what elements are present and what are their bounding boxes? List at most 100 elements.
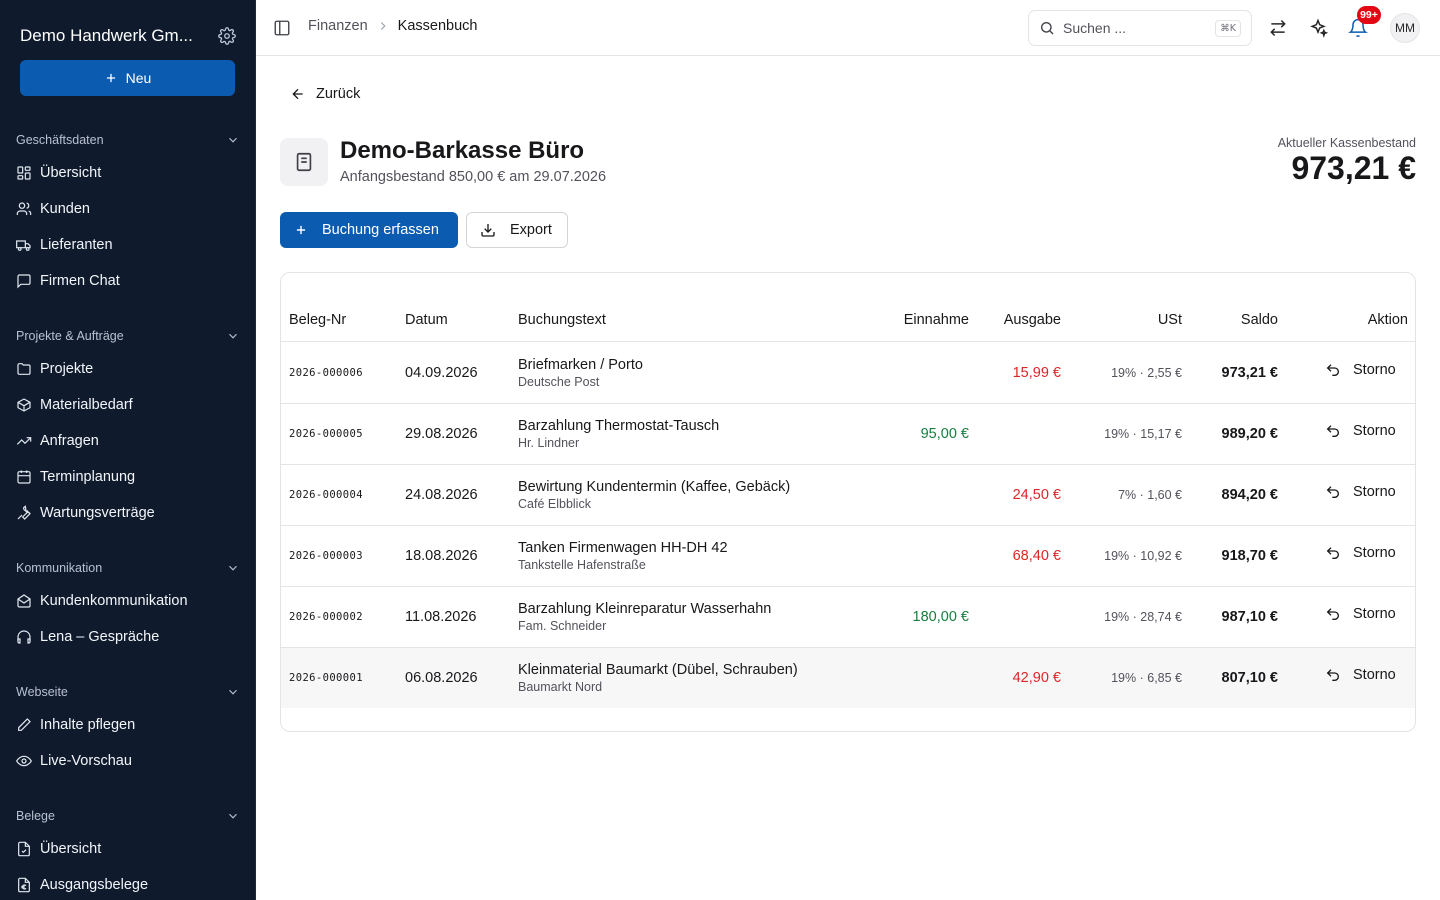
chevron-down-icon	[229, 565, 237, 571]
table-row: 2026-000005 29.08.2026 Barzahlung Thermost…	[281, 404, 1415, 465]
booking-text: Bewirtung Kundentermin (Kaffee, Gebäck)	[518, 479, 791, 495]
switch-arrows-icon[interactable]	[1268, 18, 1288, 38]
col-text: Buchungstext	[518, 312, 606, 328]
storno-button[interactable]: Storno	[1325, 362, 1396, 378]
col-beleg: Beleg-Nr	[289, 312, 347, 328]
section-projekte[interactable]: Projekte & Aufträge	[16, 326, 240, 346]
file-euro-icon	[18, 877, 30, 893]
vat-amount: 19% · 10,92 €	[1104, 549, 1182, 563]
sidebar-item-label: Inhalte pflegen	[40, 717, 136, 733]
sidebar-item-label: Kundenkommunikation	[40, 593, 188, 609]
breadcrumb-finanzen[interactable]: Finanzen	[308, 18, 368, 34]
booking-text: Kleinmaterial Baumarkt (Dübel, Schrauben…	[518, 662, 798, 678]
storno-button[interactable]: Storno	[1325, 423, 1396, 439]
booking-text: Barzahlung Thermostat-Tausch	[518, 418, 720, 434]
booking-text: Barzahlung Kleinreparatur Wasserhahn	[518, 601, 772, 617]
section-geschaeftsdaten[interactable]: Geschäftsdaten	[16, 130, 240, 150]
sidebar-item-label: Firmen Chat	[40, 273, 120, 289]
balance-amount: 918,70 €	[1221, 548, 1278, 564]
storno-label: Storno	[1353, 423, 1396, 439]
sidebar-item-terminplanung[interactable]: Terminplanung	[16, 461, 240, 493]
export-label: Export	[510, 222, 552, 238]
sidebar-item-lena[interactable]: Lena – Gespräche	[16, 621, 240, 653]
sidebar-item-kunden[interactable]: Kunden	[16, 193, 240, 225]
truck-icon	[16, 240, 31, 251]
file-check-icon	[18, 841, 30, 857]
chevron-right-icon	[380, 22, 386, 30]
calendar-icon	[17, 470, 31, 484]
beleg-nr: 2026-000004	[289, 489, 363, 501]
company-header: Demo Handwerk Gm...	[20, 24, 236, 48]
income-amount: 95,00 €	[920, 426, 969, 442]
add-booking-button[interactable]: Buchung erfassen	[280, 212, 458, 248]
page-subtitle: Anfangsbestand 850,00 € am 29.07.2026	[340, 169, 607, 185]
table-header: Beleg-Nr Datum Buchungstext Einnahme Aus…	[281, 301, 1415, 342]
sidebar-item-live-vorschau[interactable]: Live-Vorschau	[16, 745, 240, 777]
gear-icon[interactable]	[218, 27, 236, 45]
avatar[interactable]: MM	[1390, 13, 1420, 43]
col-datum: Datum	[405, 312, 448, 328]
export-button[interactable]: Export	[466, 212, 568, 248]
new-button[interactable]: Neu	[20, 60, 235, 96]
beleg-nr: 2026-000001	[289, 672, 363, 684]
sidebar-item-label: Übersicht	[40, 841, 102, 857]
section-label: Belege	[16, 809, 55, 823]
download-icon	[481, 224, 495, 237]
col-einnahme: Einnahme	[903, 312, 969, 328]
headphones-icon	[17, 630, 31, 644]
search-input[interactable]: Suchen ... ⌘K	[1028, 10, 1252, 46]
booking-date: 24.08.2026	[405, 487, 478, 503]
section-webseite[interactable]: Webseite	[16, 682, 240, 702]
section-kommunikation[interactable]: Kommunikation	[16, 558, 240, 578]
expense-amount: 15,99 €	[1012, 365, 1061, 381]
users-icon	[16, 202, 32, 215]
col-ust: USt	[1157, 312, 1182, 328]
wrench-icon	[17, 505, 31, 520]
sidebar-item-materialbedarf[interactable]: Materialbedarf	[16, 389, 240, 421]
col-aktion: Aktion	[1367, 312, 1408, 328]
sidebar-item-wartungsvertraege[interactable]: Wartungsverträge	[16, 497, 240, 529]
table-row: 2026-000001 06.08.2026 Kleinmaterial Bauma…	[281, 648, 1415, 708]
new-button-label: Neu	[125, 70, 152, 86]
sparkles-icon[interactable]	[1308, 18, 1328, 38]
undo-icon	[1326, 608, 1339, 620]
balance-value: 973,21 €	[1291, 150, 1416, 186]
sidebar-item-label: Kunden	[40, 201, 90, 217]
sidebar-item-firmen-chat[interactable]: Firmen Chat	[16, 265, 240, 297]
notification-badge: 99+	[1357, 6, 1381, 24]
storno-label: Storno	[1353, 606, 1396, 622]
sidebar-item-lieferanten[interactable]: Lieferanten	[16, 229, 240, 261]
sidebar-item-kundenkommunikation[interactable]: Kundenkommunikation	[16, 585, 240, 617]
search-shortcut: ⌘K	[1215, 19, 1241, 37]
sidebar-item-label: Übersicht	[40, 165, 102, 181]
storno-button[interactable]: Storno	[1325, 667, 1396, 683]
balance-amount: 987,10 €	[1221, 609, 1278, 625]
expense-amount: 24,50 €	[1012, 487, 1061, 503]
topbar: Finanzen Kassenbuch Suchen ... ⌘K 99+ MM	[256, 0, 1440, 56]
booking-date: 18.08.2026	[405, 548, 478, 564]
sidebar-item-ausgangsbelege[interactable]: Ausgangsbelege	[16, 869, 240, 900]
section-belege[interactable]: Belege	[16, 806, 240, 826]
sidebar-item-projekte[interactable]: Projekte	[16, 353, 240, 385]
storno-button[interactable]: Storno	[1325, 545, 1396, 561]
storno-button[interactable]: Storno	[1325, 606, 1396, 622]
sidebar-item-anfragen[interactable]: Anfragen	[16, 425, 240, 457]
sidebar-toggle-icon[interactable]	[273, 19, 291, 37]
booking-party: Fam. Schneider	[518, 619, 607, 633]
company-name[interactable]: Demo Handwerk Gm...	[20, 26, 200, 46]
sidebar-item-belege-uebersicht[interactable]: Übersicht	[16, 833, 240, 865]
vat-amount: 19% · 28,74 €	[1104, 610, 1182, 624]
sidebar-item-label: Lena – Gespräche	[40, 629, 160, 645]
storno-button[interactable]: Storno	[1325, 484, 1396, 500]
beleg-nr: 2026-000003	[289, 550, 363, 562]
back-label: Zurück	[316, 86, 361, 102]
cashbook-table: Beleg-Nr Datum Buchungstext Einnahme Aus…	[280, 272, 1416, 732]
sidebar-item-label: Ausgangsbelege	[40, 877, 149, 893]
sidebar-item-inhalte[interactable]: Inhalte pflegen	[16, 709, 240, 741]
book-icon	[296, 152, 312, 172]
beleg-nr: 2026-000006	[289, 367, 363, 379]
back-button[interactable]: Zurück	[290, 86, 360, 102]
sidebar-item-uebersicht[interactable]: Übersicht	[16, 157, 240, 189]
booking-date: 06.08.2026	[405, 670, 478, 686]
mail-open-icon	[17, 594, 31, 608]
